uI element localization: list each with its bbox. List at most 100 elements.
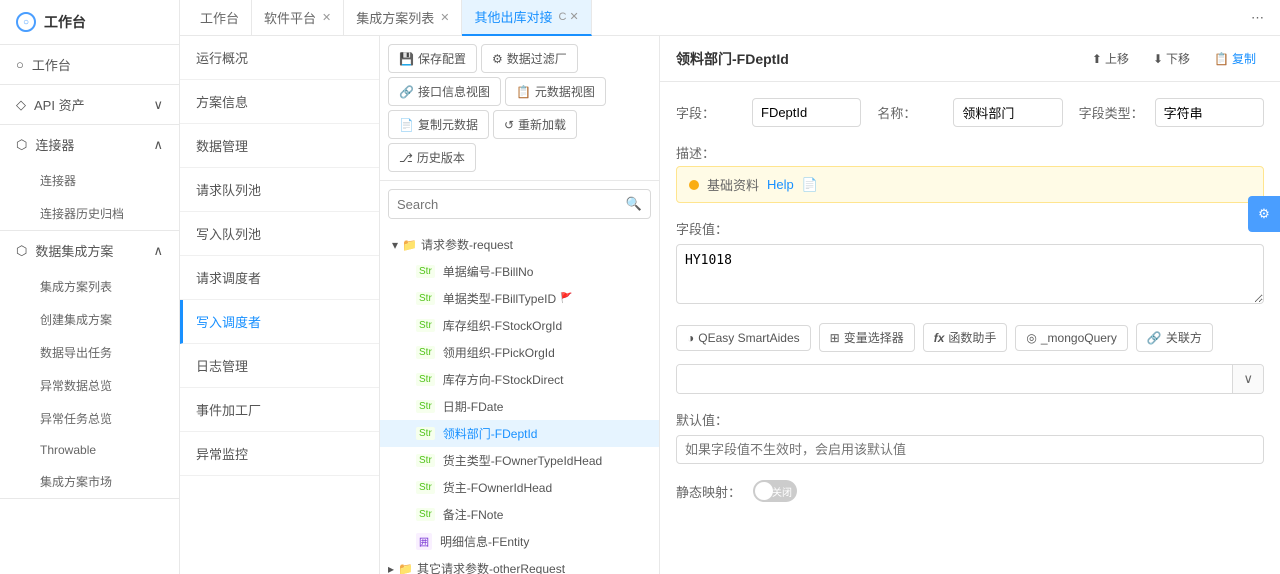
data-filter-button[interactable]: ⚙ 数据过滤厂 — [481, 44, 578, 73]
interface-label: 接口信息视图 — [418, 83, 490, 100]
tree-item-fownerid[interactable]: Str 货主-FOwnerIdHead — [380, 474, 659, 501]
history-button[interactable]: ⎇ 历史版本 — [388, 143, 476, 172]
move-up-button[interactable]: ⬆ 上移 — [1084, 46, 1137, 71]
tree-item-fdeptid[interactable]: Str 领料部门-FDeptId — [380, 420, 659, 447]
sidebar-item-connector-list[interactable]: 连接器 — [0, 164, 179, 197]
type-label: 字段类型： — [1079, 103, 1139, 122]
tree-item-fentity[interactable]: 囲 明细信息-FEntity — [380, 528, 659, 555]
sidebar-item-throwable[interactable]: Throwable — [0, 435, 179, 465]
move-up-label: 上移 — [1105, 50, 1129, 67]
save-label: 保存配置 — [418, 50, 466, 67]
var-label: 变量选择器 — [844, 329, 904, 346]
tree-item-fnote[interactable]: Str 备注-FNote — [380, 501, 659, 528]
arrow-down-icon: ⬇ — [1153, 52, 1163, 66]
tree-item-fpickorgid[interactable]: Str 领用组织-FPickOrgId — [380, 339, 659, 366]
tab-close-other[interactable]: C ✕ — [559, 10, 579, 23]
reload-button[interactable]: ↺ 重新加载 — [493, 110, 577, 139]
expr-dropdown-btn[interactable]: ∨ — [1232, 365, 1263, 393]
desc-row: 描述： 基础资料 Help 📄 — [676, 143, 1264, 203]
tree-item-fownertype[interactable]: Str 货主类型-FOwnerTypeIdHead — [380, 447, 659, 474]
left-panel-item-data[interactable]: 数据管理 — [180, 124, 379, 168]
filter-icon: ⚙ — [492, 52, 503, 66]
move-down-label: 下移 — [1166, 50, 1190, 67]
fx-label: 函数助手 — [948, 329, 996, 346]
tab-label: 其他出库对接 — [474, 7, 552, 26]
variable-selector-button[interactable]: ⊞ 变量选择器 — [819, 323, 915, 352]
help-link[interactable]: Help — [767, 177, 794, 192]
left-panel-item-exception-monitor[interactable]: 异常监控 — [180, 432, 379, 476]
left-panel-item-write-queue[interactable]: 写入队列池 — [180, 212, 379, 256]
sidebar-item-exception-task[interactable]: 异常任务总览 — [0, 402, 179, 435]
qeasy-smartaides-button[interactable]: ◑ QEasy SmartAides — [676, 325, 811, 351]
tab-close-software[interactable]: ✕ — [322, 11, 331, 24]
tree-label: 领料部门-FDeptId — [443, 425, 538, 442]
left-panel-item-info[interactable]: 方案信息 — [180, 80, 379, 124]
tree-item-fstockdirect[interactable]: Str 库存方向-FStockDirect — [380, 366, 659, 393]
interface-view-button[interactable]: 🔗 接口信息视图 — [388, 77, 501, 106]
tab-software[interactable]: 软件平台 ✕ — [252, 0, 344, 36]
reload-icon: ↺ — [504, 118, 514, 132]
tabs-more-btn[interactable]: ⋯ — [1243, 10, 1272, 26]
chevron-up-icon: ∧ — [153, 137, 163, 153]
search-icon[interactable]: 🔍 — [618, 190, 650, 218]
workbench-icon: ○ — [16, 57, 24, 72]
settings-gear-button[interactable]: ⚙ — [1248, 196, 1280, 232]
tree-item-fdate[interactable]: Str 日期-FDate — [380, 393, 659, 420]
tree-item-other-request[interactable]: ▸ 📁 其它请求参数-otherRequest — [380, 555, 659, 574]
mongo-query-button[interactable]: ◎ _mongoQuery — [1015, 325, 1128, 351]
default-input[interactable] — [676, 435, 1264, 464]
left-panel-item-log[interactable]: 日志管理 — [180, 344, 379, 388]
chevron-up-icon: ∧ — [153, 243, 163, 259]
field-value-textarea[interactable]: HY1018 — [676, 244, 1264, 304]
left-panel-item-overview[interactable]: 运行概况 — [180, 36, 379, 80]
doc-icon: 📄 — [802, 177, 818, 193]
search-input[interactable] — [389, 191, 618, 218]
type-badge: Str — [416, 481, 435, 494]
sidebar-item-connector[interactable]: ⬡ 连接器 ∧ — [0, 125, 179, 164]
sidebar-item-exception-data[interactable]: 异常数据总览 — [0, 369, 179, 402]
tree-item-fstockorgid[interactable]: Str 库存组织-FStockOrgId — [380, 312, 659, 339]
tree-item-fbilltypeid[interactable]: Str 单据类型-FBillTypeID 🚩 — [380, 285, 659, 312]
sidebar-item-solution-list[interactable]: 集成方案列表 — [0, 270, 179, 303]
meta-view-button[interactable]: 📋 元数据视图 — [505, 77, 606, 106]
move-down-button[interactable]: ⬇ 下移 — [1145, 46, 1198, 71]
sidebar-item-export-task[interactable]: 数据导出任务 — [0, 336, 179, 369]
sidebar-item-create-solution[interactable]: 创建集成方案 — [0, 303, 179, 336]
sidebar-item-api[interactable]: ◇ API 资产 ∨ — [0, 85, 179, 124]
tree-label: 库存组织-FStockOrgId — [443, 317, 562, 334]
type-badge: Str — [416, 346, 435, 359]
function-helper-button[interactable]: fx 函数助手 — [923, 323, 1008, 352]
left-panel-item-request-scheduler[interactable]: 请求调度者 — [180, 256, 379, 300]
tab-other-outbound[interactable]: 其他出库对接 C ✕ — [462, 0, 591, 36]
type-badge: Str — [416, 454, 435, 467]
copy-meta-button[interactable]: 📄 复制元数据 — [388, 110, 489, 139]
copy-icon: 📄 — [399, 118, 414, 132]
save-config-button[interactable]: 💾 保存配置 — [388, 44, 477, 73]
link-icon: 🔗 — [399, 85, 414, 99]
associate-button[interactable]: 🔗 关联方 — [1136, 323, 1213, 352]
expr-input[interactable] — [677, 365, 1232, 393]
tree-item-fbillno[interactable]: Str 单据编号-FBillNo — [380, 258, 659, 285]
sidebar-item-workbench[interactable]: ○ 工作台 — [0, 45, 179, 84]
copy-field-button[interactable]: 📋 复制 — [1206, 46, 1264, 71]
field-input[interactable] — [752, 98, 861, 127]
type-badge: Str — [416, 427, 435, 440]
left-panel-item-write-scheduler[interactable]: 写入调度者 — [180, 300, 379, 344]
sidebar-item-connector-history[interactable]: 连接器历史归档 — [0, 197, 179, 230]
sidebar-item-datasolution[interactable]: ⬡ 数据集成方案 ∧ — [0, 231, 179, 270]
left-panel-item-request-queue[interactable]: 请求队列池 — [180, 168, 379, 212]
type-badge: Str — [416, 508, 435, 521]
copy-label: 复制 — [1232, 50, 1256, 67]
name-input[interactable] — [953, 98, 1062, 127]
type-input[interactable] — [1155, 98, 1264, 127]
left-panel-item-event-factory[interactable]: 事件加工厂 — [180, 388, 379, 432]
field-val-label: 字段值： — [676, 219, 736, 238]
tab-close-solution[interactable]: ✕ — [440, 11, 449, 24]
field-label: 字段： — [676, 103, 736, 122]
tab-solution-list[interactable]: 集成方案列表 ✕ — [344, 0, 462, 36]
static-map-toggle[interactable]: 关闭 — [753, 480, 797, 502]
sidebar-item-market[interactable]: 集成方案市场 — [0, 465, 179, 498]
filter-label: 数据过滤厂 — [507, 50, 567, 67]
tree-item-request-params[interactable]: ▾ 📁 请求参数-request — [380, 231, 659, 258]
tab-workbench[interactable]: 工作台 — [188, 0, 252, 36]
